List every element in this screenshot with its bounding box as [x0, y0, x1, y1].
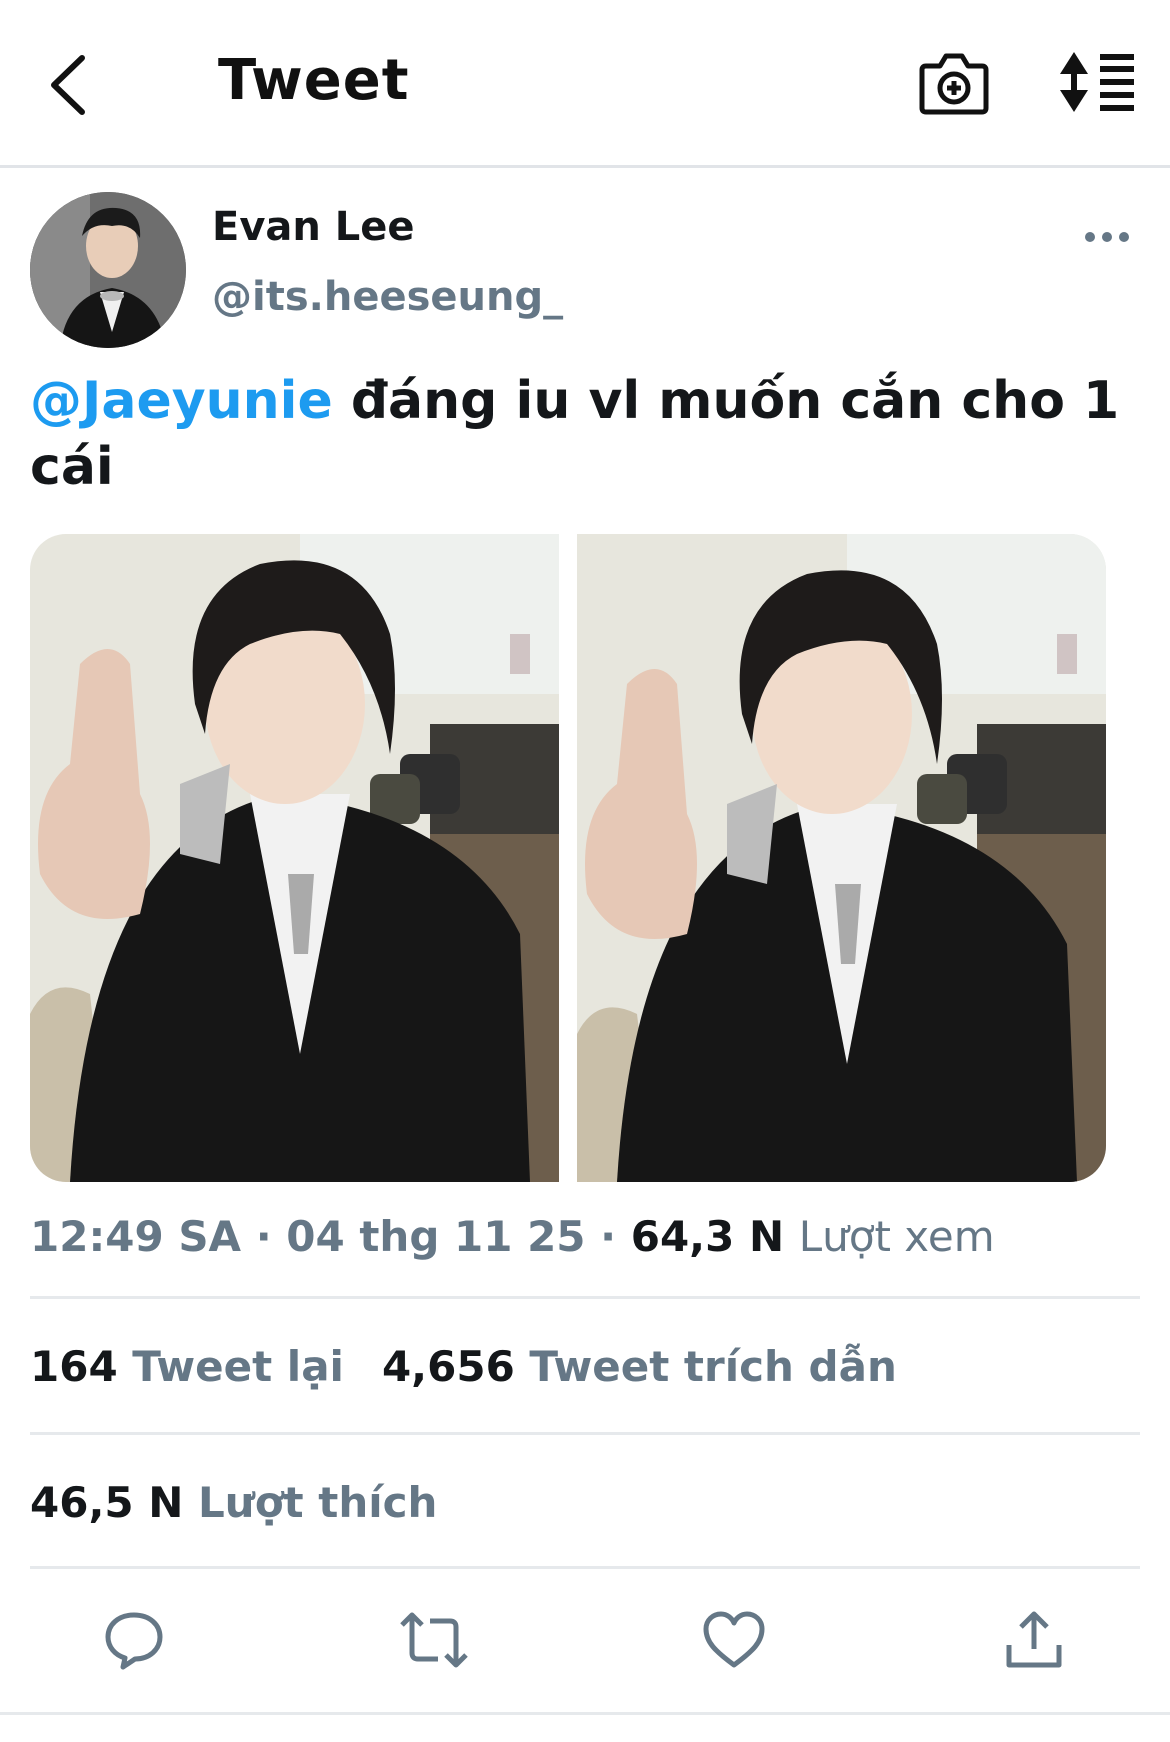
like-button[interactable] [694, 1600, 774, 1680]
page-title: Tweet [218, 48, 410, 113]
action-bar [0, 1600, 1170, 1700]
likes-label: Lượt thích [198, 1478, 438, 1527]
retweets-stat[interactable]: 164 Tweet lại [30, 1342, 344, 1391]
camera-button[interactable] [918, 48, 990, 116]
avatar[interactable] [30, 192, 186, 348]
quotes-count: 4,656 [381, 1342, 515, 1391]
meta-separator-1: · [241, 1212, 287, 1261]
tweet-text: @Jaeyunie đáng iu vl muốn cắn cho 1 cái [30, 368, 1130, 500]
tweet-date: 04 thg 11 25 [286, 1212, 586, 1261]
likes-stat[interactable]: 46,5 N Lượt thích [30, 1478, 437, 1527]
top-nav-bar: Tweet [0, 0, 1170, 168]
photo-1-image [30, 534, 559, 1182]
retweets-count: 164 [30, 1342, 118, 1391]
back-button[interactable] [38, 50, 98, 120]
mention-link[interactable]: @Jaeyunie [30, 371, 333, 431]
retweet-icon [400, 1612, 468, 1668]
tweet-time: 12:49 SA [30, 1212, 242, 1261]
share-upload-icon [1006, 1611, 1062, 1668]
views-label: Lượt xem [798, 1212, 995, 1261]
photo-2-image [577, 534, 1106, 1182]
avatar-photo [30, 192, 186, 348]
views-count: 64,3 N [630, 1212, 785, 1261]
more-horizontal-icon [1085, 232, 1129, 242]
tweet-media [30, 534, 1106, 1182]
divider [30, 1566, 1140, 1569]
sort-list-icon [1060, 52, 1134, 112]
divider [30, 1296, 1140, 1299]
user-handle[interactable]: @its.heeseung_ [212, 274, 563, 320]
sort-button[interactable] [1058, 50, 1136, 114]
heart-icon [703, 1611, 765, 1668]
quotes-stat[interactable]: 4,656 Tweet trích dẫn [382, 1342, 897, 1391]
camera-plus-icon [919, 53, 989, 115]
likes-count: 46,5 N [30, 1478, 184, 1527]
reply-button[interactable] [94, 1600, 174, 1680]
tweet-meta: 12:49 SA · 04 thg 11 25 · 64,3 N Lượt xe… [30, 1212, 995, 1261]
share-button[interactable] [994, 1600, 1074, 1680]
divider [0, 1712, 1170, 1715]
meta-separator-2: · [585, 1212, 631, 1261]
divider [30, 1432, 1140, 1435]
reply-bubble-icon [105, 1612, 163, 1670]
more-options-button[interactable] [1080, 222, 1134, 252]
display-name[interactable]: Evan Lee [212, 204, 415, 250]
stats-row-retweets: 164 Tweet lại 4,656 Tweet trích dẫn [30, 1342, 897, 1391]
retweets-label: Tweet lại [132, 1342, 344, 1391]
chevron-left-icon [51, 55, 85, 115]
media-photo-2[interactable] [577, 534, 1106, 1182]
stats-row-likes: 46,5 N Lượt thích [30, 1478, 437, 1527]
quotes-label: Tweet trích dẫn [529, 1342, 897, 1391]
media-photo-1[interactable] [30, 534, 559, 1182]
retweet-button[interactable] [394, 1600, 474, 1680]
